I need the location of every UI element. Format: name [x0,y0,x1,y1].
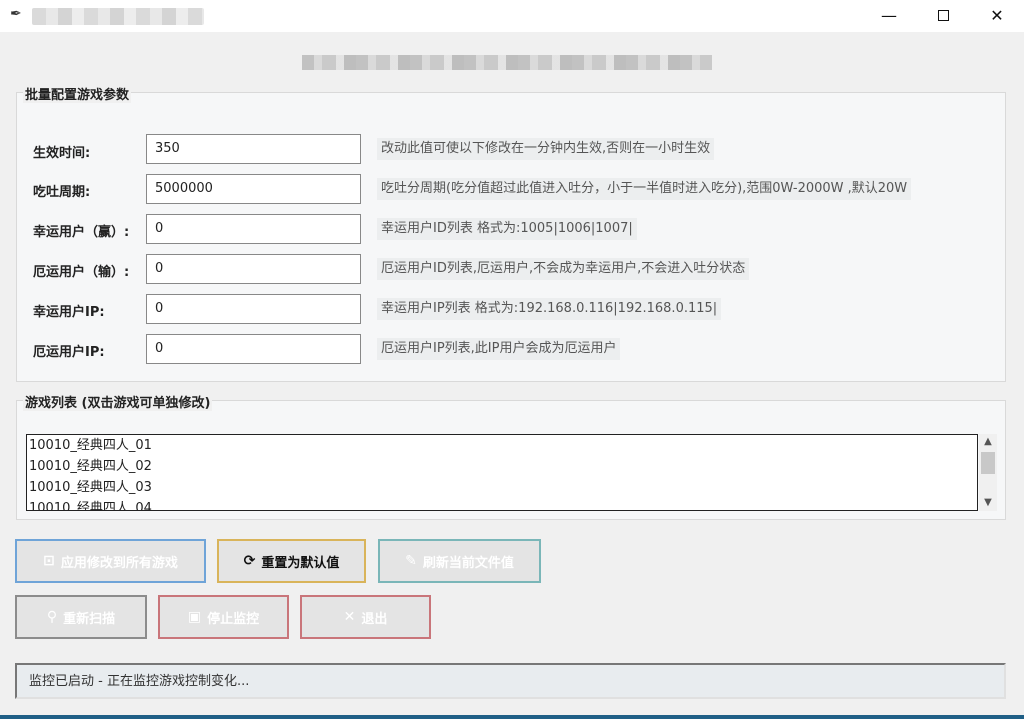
effective-time-input[interactable]: 350 [146,134,361,164]
header-text-redacted [302,55,712,70]
apply-all-label: 应用修改到所有游戏 [60,555,178,571]
lucky-ip-label: 幸运用户IP: [33,305,105,320]
lucky-user-label: 幸运用户（赢）: [33,225,130,240]
maximize-icon [937,9,949,21]
lucky-user-input[interactable]: 0 [146,214,361,244]
close-button[interactable]: ✕ [974,0,1020,30]
lucky-user-hint: 幸运用户ID列表 格式为:1005|1006|1007| [377,218,637,240]
feather-app-icon: ✒ [10,6,22,22]
rescan-button[interactable]: ⚲ 重新扫描 [15,595,147,639]
config-group: 批量配置游戏参数 生效时间: 350 改动此值可使以下修改在一分钟内生效,否则在… [16,84,1006,382]
scroll-thumb[interactable] [981,452,995,474]
minimize-button[interactable]: — [866,0,912,30]
cycle-label: 吃吐周期: [33,185,91,200]
stop-monitor-label: 停止监控 [207,611,260,627]
config-group-title: 批量配置游戏参数 [23,84,132,103]
title-bar: ✒ — ✕ [0,0,1024,32]
reset-default-label: 重置为默认值 [261,555,340,571]
reset-icon: ⟳ [243,553,256,569]
list-item[interactable]: 10010_经典四人_01 [27,435,977,456]
window-title-redacted [32,8,204,25]
cycle-input[interactable]: 5000000 [146,174,361,204]
game-listbox[interactable]: 10010_经典四人_01 10010_经典四人_02 10010_经典四人_0… [26,434,978,511]
unlucky-user-label: 厄运用户（输）: [33,265,130,280]
apply-icon: ⊡ [43,553,55,569]
unlucky-ip-hint: 厄运用户IP列表,此IP用户会成为厄运用户 [377,338,621,360]
game-list-group: 游戏列表 (双击游戏可单独修改) 10010_经典四人_01 10010_经典四… [16,392,1006,520]
unlucky-ip-input[interactable]: 0 [146,334,361,364]
unlucky-user-input[interactable]: 0 [146,254,361,284]
list-scrollbar[interactable]: ▲ ▼ [979,434,997,511]
list-item[interactable]: 10010_经典四人_02 [27,456,977,477]
stop-icon: ▣ [187,609,202,625]
refresh-file-button[interactable]: ✎ 刷新当前文件值 [378,539,541,583]
cycle-hint: 吃吐分周期(吃分值超过此值进入吐分，小于一半值时进入吃分),范围0W-2000W… [377,178,912,200]
bottom-accent-line [0,715,1024,719]
unlucky-ip-label: 厄运用户IP: [33,345,105,360]
scroll-up-icon[interactable]: ▲ [979,434,997,450]
list-item[interactable]: 10010_经典四人_03 [27,477,977,498]
effective-time-label: 生效时间: [33,146,91,161]
maximize-button[interactable] [920,0,966,30]
game-list-title: 游戏列表 (双击游戏可单独修改) [23,392,213,411]
scroll-down-icon[interactable]: ▼ [979,495,997,511]
stop-monitor-button[interactable]: ▣ 停止监控 [158,595,289,639]
refresh-file-label: 刷新当前文件值 [422,555,514,571]
apply-all-button[interactable]: ⊡ 应用修改到所有游戏 [15,539,206,583]
exit-label: 退出 [361,611,388,627]
exit-button[interactable]: ✕ 退出 [300,595,431,639]
lucky-ip-input[interactable]: 0 [146,294,361,324]
list-item[interactable]: 10010_经典四人_04 [27,498,977,510]
effective-time-hint: 改动此值可使以下修改在一分钟内生效,否则在一小时生效 [377,138,715,160]
unlucky-user-hint: 厄运用户ID列表,厄运用户,不会成为幸运用户,不会进入吐分状态 [377,258,750,280]
close-icon: ✕ [343,609,356,625]
reset-default-button[interactable]: ⟳ 重置为默认值 [217,539,366,583]
rescan-label: 重新扫描 [63,611,116,627]
search-icon: ⚲ [46,609,58,625]
lucky-ip-hint: 幸运用户IP列表 格式为:192.168.0.116|192.168.0.115… [377,298,722,320]
status-bar: 监控已启动 - 正在监控游戏控制变化... [15,663,1006,699]
edit-file-icon: ✎ [405,553,417,569]
